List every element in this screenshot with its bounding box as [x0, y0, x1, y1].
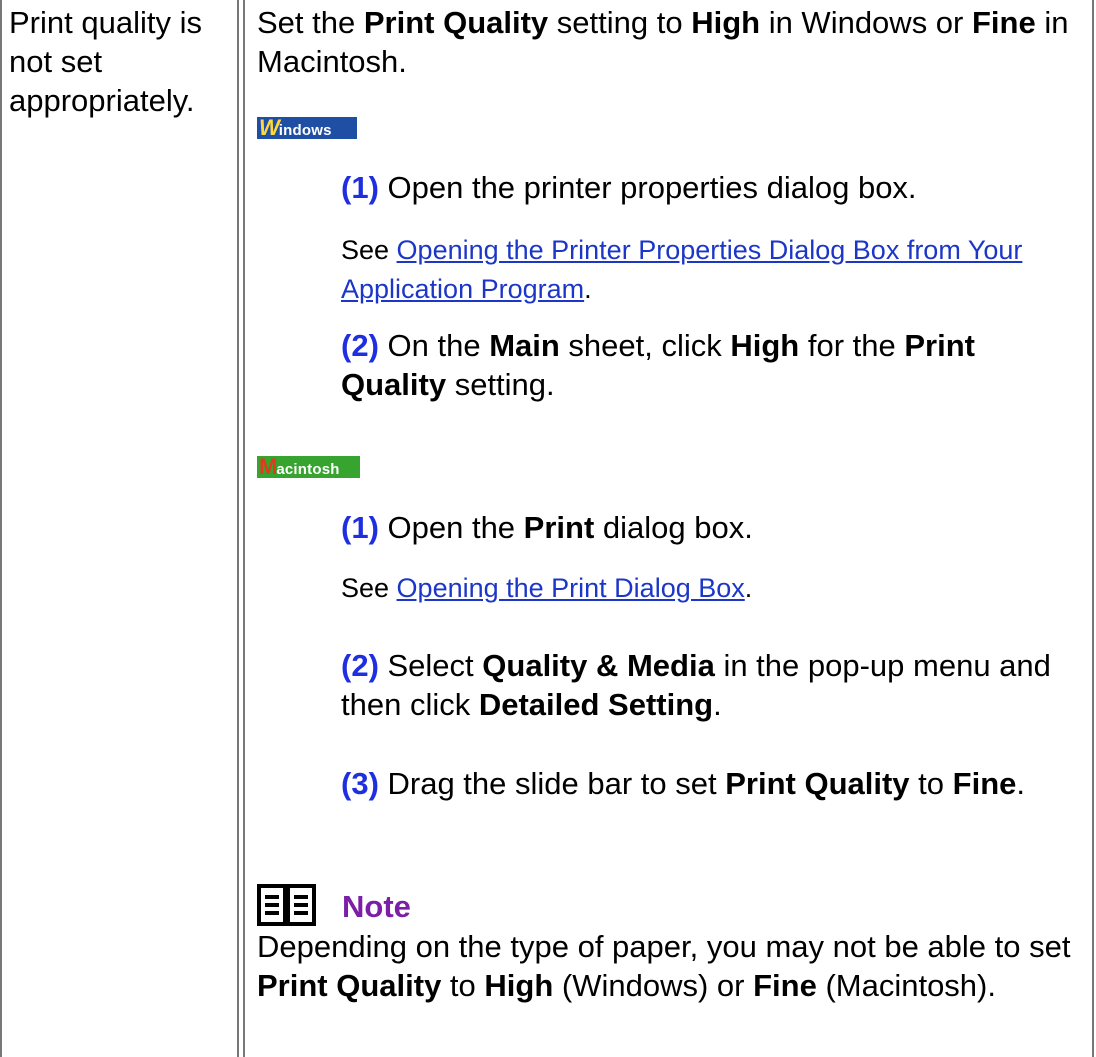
table-cell-divider-inner [243, 0, 245, 1057]
step-bold: Fine [952, 766, 1017, 801]
note-text: Depending on the type of paper, you may … [257, 929, 1071, 964]
step-number: (2) [341, 328, 379, 363]
macintosh-step-1: (1) Open the Print dialog box. [341, 508, 1061, 547]
note-text: (Macintosh). [816, 968, 996, 1003]
macintosh-step-3: (3) Drag the slide bar to set Print Qual… [341, 764, 1061, 803]
macintosh-badge-label: acintosh [276, 461, 340, 478]
windows-step-2: (2) On the Main sheet, click High for th… [341, 326, 1061, 404]
macintosh-see-reference: See Opening the Print Dialog Box. [341, 569, 1061, 608]
table-border-right [1092, 0, 1094, 1057]
printer-properties-link[interactable]: Opening the Printer Properties Dialog Bo… [341, 235, 1022, 304]
table-cell-divider [237, 0, 239, 1057]
step-number: (1) [341, 510, 379, 545]
note-title: Note [342, 889, 411, 924]
note-header: Note [257, 883, 1077, 928]
note-text: (Windows) or [553, 968, 754, 1003]
see-prefix: See [341, 235, 397, 265]
troubleshooting-table-row: Print quality is not set appropriately. … [0, 0, 1096, 1057]
see-suffix: . [584, 274, 592, 304]
step-text: setting. [446, 367, 555, 402]
step-number: (2) [341, 648, 379, 683]
step-bold: Print [523, 510, 595, 545]
intro-bold: Fine [971, 5, 1036, 40]
cause-cell: Print quality is not set appropriately. [9, 5, 202, 118]
windows-see-reference: See Opening the Printer Properties Dialo… [341, 231, 1061, 309]
windows-badge-initial: W [259, 115, 280, 140]
see-prefix: See [341, 573, 397, 603]
step-bold: Main [489, 328, 560, 363]
book-icon [257, 883, 317, 927]
step-bold: Detailed Setting [478, 687, 714, 722]
note-bold: Print Quality [257, 968, 442, 1003]
macintosh-badge-initial: M [259, 454, 277, 479]
step-text: . [1016, 766, 1025, 801]
step-text: to [909, 766, 953, 801]
table-border-left [0, 0, 2, 1057]
see-suffix: . [744, 573, 753, 603]
step-number: (3) [341, 766, 379, 801]
macintosh-step-2: (2) Select Quality & Media in the pop-up… [341, 646, 1061, 724]
note-text: to [441, 968, 485, 1003]
step-text: sheet, click [559, 328, 731, 363]
intro-text: setting to [548, 5, 692, 40]
windows-badge: Windows [257, 117, 357, 139]
intro-text: in Windows or [760, 5, 972, 40]
step-bold: Quality & Media [482, 648, 715, 683]
windows-step-1: (1) Open the printer properties dialog b… [341, 168, 1061, 207]
note-bold: High [484, 968, 554, 1003]
step-text: Open the printer properties dialog box. [378, 170, 917, 205]
intro-text: Set the [257, 5, 364, 40]
step-bold: Print Quality [725, 766, 910, 801]
intro-bold: Print Quality [363, 5, 549, 40]
step-text: dialog box. [594, 510, 753, 545]
step-text: Select [378, 648, 483, 683]
step-text: Open the [378, 510, 524, 545]
print-dialog-link[interactable]: Opening the Print Dialog Box [397, 573, 745, 603]
step-text: for the [799, 328, 905, 363]
note-bold: Fine [753, 968, 817, 1003]
step-text: . [713, 687, 722, 722]
windows-badge-label: indows [278, 122, 332, 139]
intro-bold: High [691, 5, 761, 40]
macintosh-badge: Macintosh [257, 456, 360, 478]
note-body: Depending on the type of paper, you may … [257, 927, 1077, 1005]
intro-paragraph: Set the Print Quality setting to High in… [257, 3, 1077, 81]
step-number: (1) [341, 170, 379, 205]
step-text: Drag the slide bar to set [378, 766, 726, 801]
step-text: On the [378, 328, 490, 363]
step-bold: High [730, 328, 800, 363]
